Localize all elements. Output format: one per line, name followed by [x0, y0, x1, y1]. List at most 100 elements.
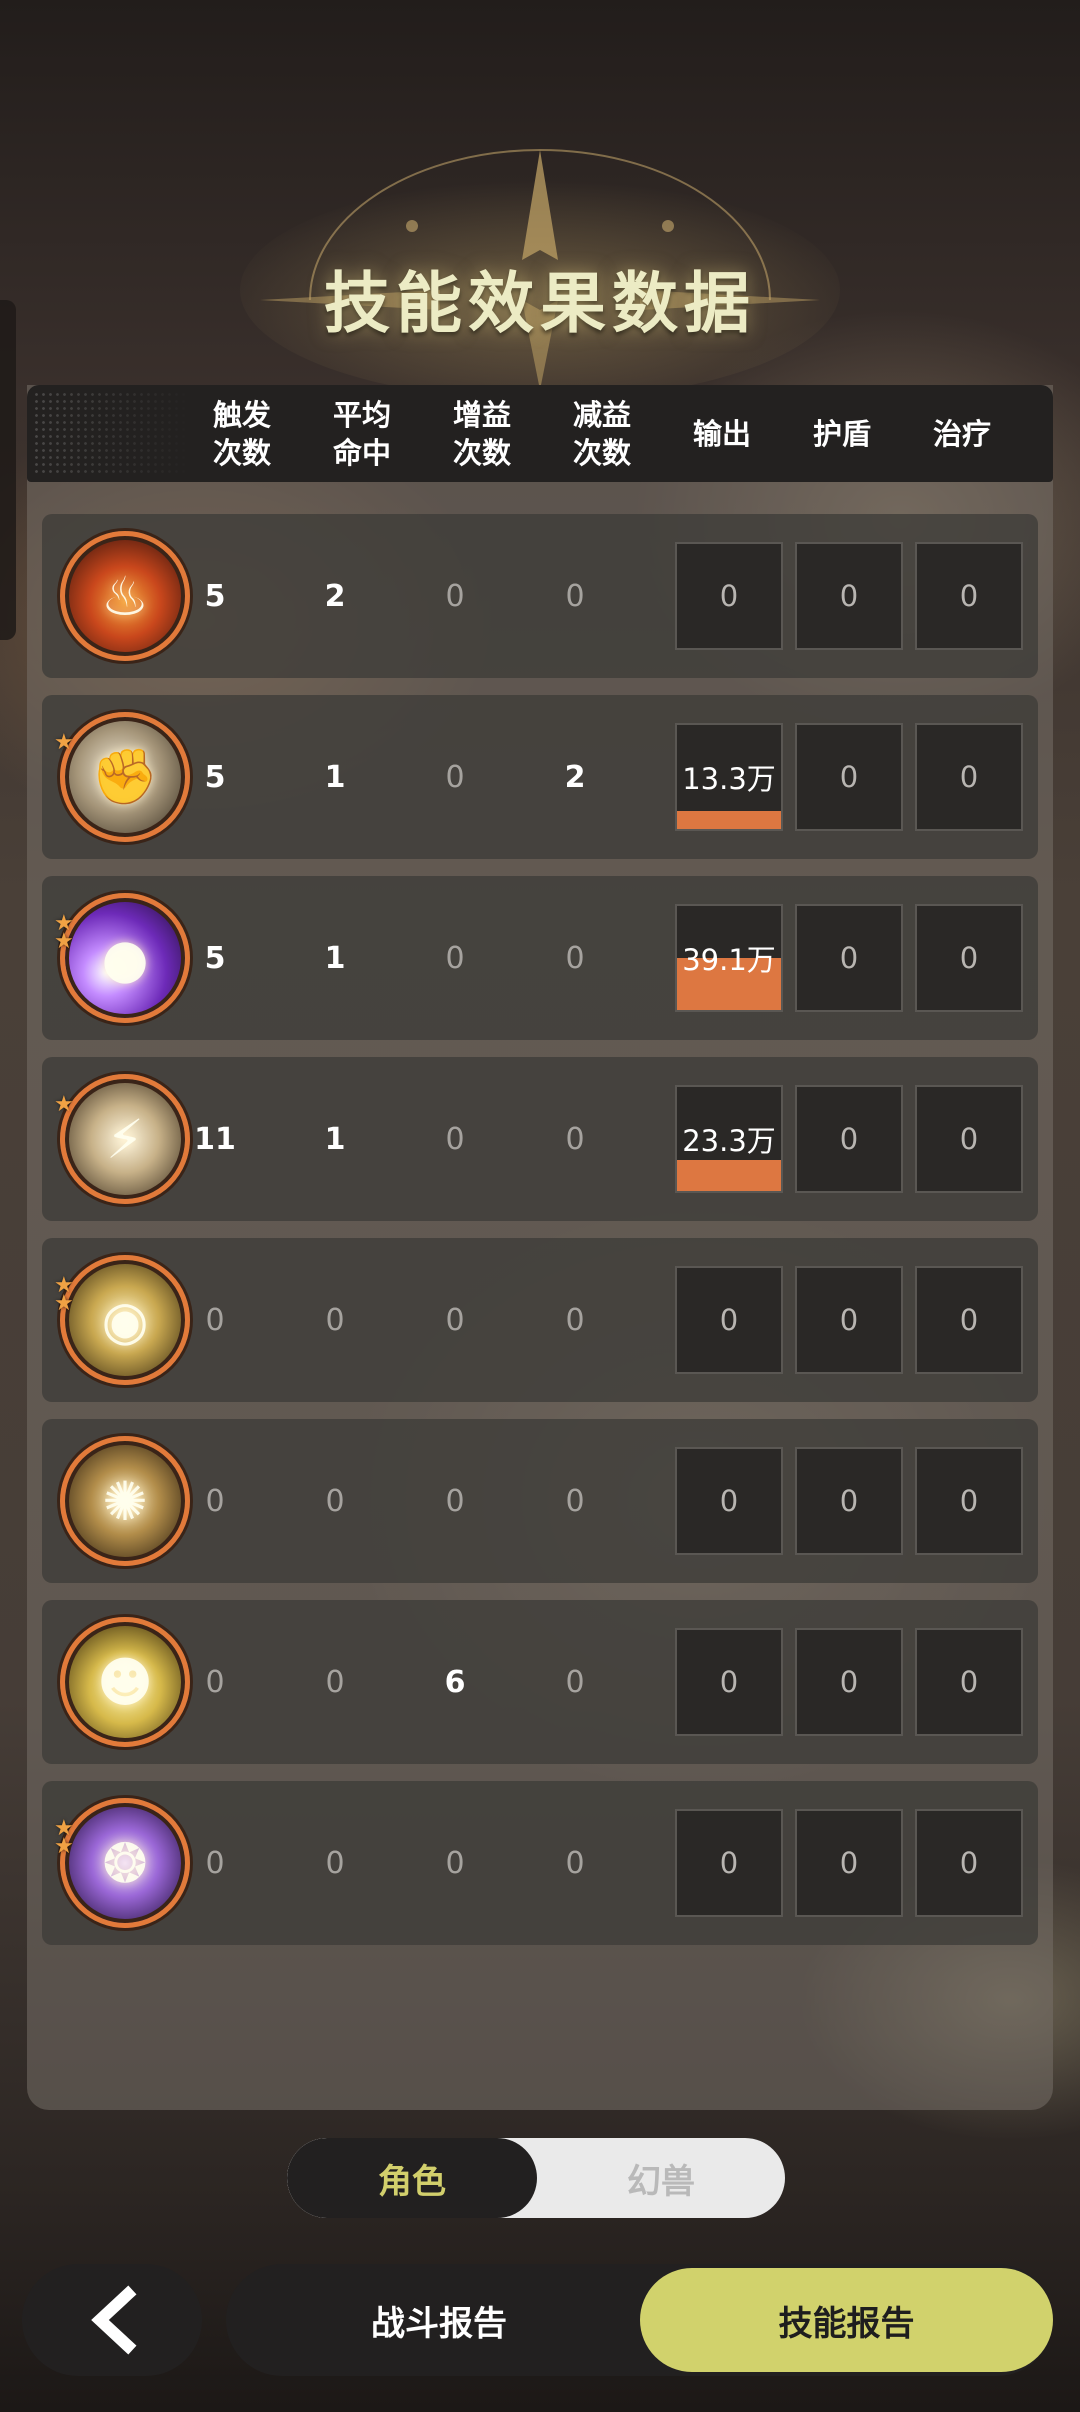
- value-box-shield: 0: [795, 904, 903, 1012]
- value-output: 0: [719, 1846, 739, 1880]
- stat-debuff-count: 0: [565, 1845, 585, 1881]
- value-box-shield: 0: [795, 1447, 903, 1555]
- value-box-shield: 0: [795, 1266, 903, 1374]
- value-box-shield: 0: [795, 1628, 903, 1736]
- stat-debuff-count: 0: [565, 1483, 585, 1519]
- table-row: ♨ 5 2 0 0 0 0 0: [42, 514, 1038, 678]
- value-output: 13.3万: [682, 762, 776, 796]
- value-output: 0: [719, 579, 739, 613]
- stat-avg-hit: 1: [324, 1121, 346, 1157]
- value-box-output: 0: [675, 542, 783, 650]
- star-rank-icon: ★ ★: [54, 1273, 74, 1316]
- value-box-heal: 0: [915, 1085, 1023, 1193]
- star-rank-icon: ★: [54, 1092, 74, 1117]
- stat-debuff-count: 0: [565, 1302, 585, 1338]
- col-header-avg-hit: 平均 命中: [332, 397, 391, 470]
- value-shield: 0: [839, 579, 859, 613]
- value-heal: 0: [959, 760, 979, 794]
- star-rank-icon: ★ ★: [54, 911, 74, 954]
- value-shield: 0: [839, 1303, 859, 1337]
- col-header-trigger-count: 触发 次数: [212, 397, 271, 470]
- stat-avg-hit: 0: [325, 1845, 345, 1881]
- value-box-heal: 0: [915, 1809, 1023, 1917]
- value-shield: 0: [839, 1665, 859, 1699]
- value-heal: 0: [959, 1846, 979, 1880]
- stat-debuff-count: 0: [565, 1121, 585, 1157]
- stat-trigger-count: 0: [205, 1302, 225, 1338]
- stat-buff-count: 6: [444, 1664, 466, 1700]
- table-row: ☻ 0 0 6 0 0 0 0: [42, 1600, 1038, 1764]
- table-row: ⚡ ★ 11 1 0 0 23.3万 0 0: [42, 1057, 1038, 1221]
- value-output: 23.3万: [682, 1124, 776, 1158]
- stat-trigger-count: 0: [205, 1664, 225, 1700]
- stat-avg-hit: 1: [324, 759, 346, 795]
- table-header: 触发 次数 平均 命中 增益 次数 减益 次数 输出 护盾 治疗: [27, 385, 1053, 482]
- value-box-output: 13.3万: [675, 723, 783, 831]
- back-button[interactable]: [22, 2264, 202, 2376]
- col-header-heal: 治疗: [932, 416, 991, 451]
- value-heal: 0: [959, 1665, 979, 1699]
- value-box-output: 23.3万: [675, 1085, 783, 1193]
- battle-report-tab[interactable]: 战斗报告: [226, 2264, 652, 2376]
- stat-buff-count: 0: [445, 759, 465, 795]
- value-box-heal: 0: [915, 542, 1023, 650]
- value-shield: 0: [839, 1846, 859, 1880]
- star-rank-icon: ★: [54, 730, 74, 755]
- header-decoration: [33, 391, 193, 476]
- value-shield: 0: [839, 1484, 859, 1518]
- value-box-heal: 0: [915, 1447, 1023, 1555]
- table-row: ◉ ★ ★ 0 0 0 0 0 0 0: [42, 1238, 1038, 1402]
- value-heal: 0: [959, 1484, 979, 1518]
- value-box-output: 0: [675, 1628, 783, 1736]
- skill-report-tab[interactable]: 技能报告: [640, 2268, 1053, 2372]
- stat-buff-count: 0: [445, 578, 465, 614]
- stat-trigger-count: 0: [205, 1845, 225, 1881]
- page-title: 技能效果数据: [324, 265, 756, 342]
- value-box-output: 39.1万: [675, 904, 783, 1012]
- value-heal: 0: [959, 1122, 979, 1156]
- stat-trigger-count: 5: [204, 578, 226, 614]
- value-output: 39.1万: [682, 943, 776, 977]
- value-box-heal: 0: [915, 1628, 1023, 1736]
- unit-type-toggle[interactable]: 角色 幻兽: [287, 2138, 785, 2218]
- stat-avg-hit: 1: [324, 940, 346, 976]
- stat-avg-hit: 0: [325, 1664, 345, 1700]
- table-row: ❂ ★ ★ 0 0 0 0 0 0 0: [42, 1781, 1038, 1945]
- col-header-debuff-count: 减益 次数: [572, 397, 631, 470]
- stat-buff-count: 0: [445, 1121, 465, 1157]
- table-row: ✺ 0 0 0 0 0 0 0: [42, 1419, 1038, 1583]
- value-box-shield: 0: [795, 723, 903, 831]
- stat-buff-count: 0: [445, 940, 465, 976]
- stat-avg-hit: 2: [324, 578, 346, 614]
- stat-trigger-count: 5: [204, 759, 226, 795]
- toggle-character[interactable]: 角色: [287, 2138, 537, 2218]
- stat-debuff-count: 2: [564, 759, 586, 795]
- stat-avg-hit: 0: [325, 1302, 345, 1338]
- side-drawer-handle[interactable]: [0, 300, 16, 640]
- stat-debuff-count: 0: [565, 578, 585, 614]
- value-box-heal: 0: [915, 1266, 1023, 1374]
- stat-buff-count: 0: [445, 1845, 465, 1881]
- col-header-shield: 护盾: [812, 416, 871, 451]
- stat-trigger-count: 5: [204, 940, 226, 976]
- value-heal: 0: [959, 1303, 979, 1337]
- stat-debuff-count: 0: [565, 1664, 585, 1700]
- value-output: 0: [719, 1484, 739, 1518]
- stat-trigger-count: 11: [194, 1121, 236, 1157]
- col-header-buff-count: 增益 次数: [452, 397, 511, 470]
- value-output: 0: [719, 1665, 739, 1699]
- value-box-output: 0: [675, 1809, 783, 1917]
- value-box-shield: 0: [795, 542, 903, 650]
- stat-debuff-count: 0: [565, 940, 585, 976]
- table-row: ● ★ ★ 5 1 0 0 39.1万 0 0: [42, 876, 1038, 1040]
- stat-buff-count: 0: [445, 1302, 465, 1338]
- value-box-heal: 0: [915, 723, 1023, 831]
- value-shield: 0: [839, 760, 859, 794]
- value-box-shield: 0: [795, 1809, 903, 1917]
- col-header-output: 输出: [692, 416, 751, 451]
- toggle-beast[interactable]: 幻兽: [537, 2138, 785, 2218]
- table-row: ✊ ★ 5 1 0 2 13.3万 0 0: [42, 695, 1038, 859]
- value-box-shield: 0: [795, 1085, 903, 1193]
- value-box-output: 0: [675, 1266, 783, 1374]
- star-rank-icon: ★ ★: [54, 1816, 74, 1859]
